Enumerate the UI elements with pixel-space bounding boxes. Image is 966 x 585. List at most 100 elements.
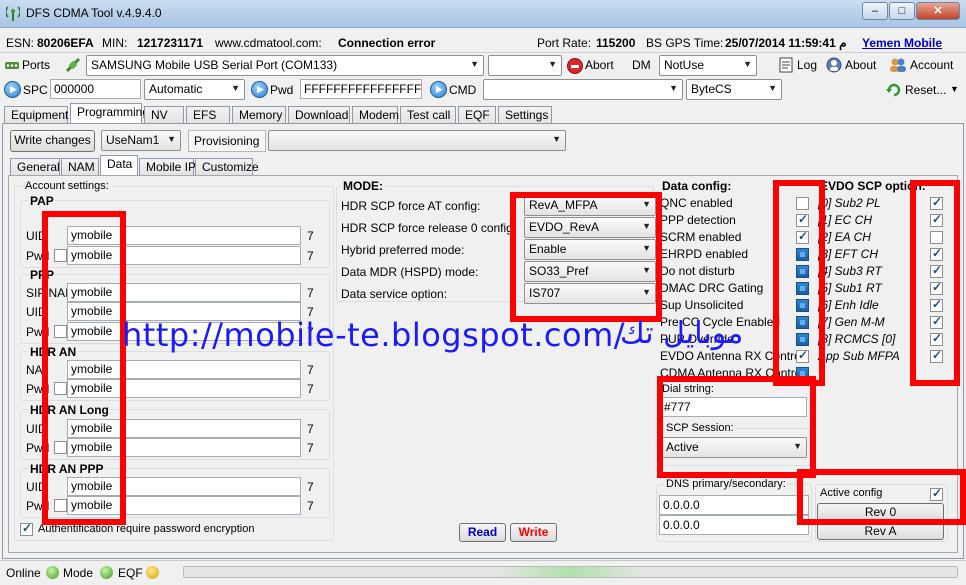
- tab-eqf[interactable]: EQF: [458, 106, 496, 124]
- evdo-scp-label: App Sub MFPA: [818, 349, 900, 363]
- subtab-customize[interactable]: Customize: [195, 158, 259, 176]
- highlight-box-data-config: [773, 180, 825, 386]
- toolbar-spc: SPC 000000 Automatic Pwd FFFFFFFFFFFFFFF…: [0, 79, 966, 103]
- port-select[interactable]: SAMSUNG Mobile USB Serial Port (COM133): [86, 55, 484, 76]
- close-button[interactable]: ✕: [916, 2, 960, 20]
- evdo-scp-label: [3] EFT CH: [818, 247, 879, 261]
- nam-select[interactable]: UseNam1: [101, 130, 181, 151]
- min-value: 1217231171: [137, 36, 204, 50]
- maximize-button[interactable]: □: [889, 2, 915, 20]
- account-field-length: 7: [307, 249, 314, 263]
- spc-mode-select[interactable]: Automatic: [144, 79, 245, 100]
- dns-label: DNS primary/secondary:: [664, 478, 788, 490]
- dm-select[interactable]: NotUse: [659, 55, 757, 76]
- tab-equipment[interactable]: Equipment: [4, 106, 68, 124]
- evdo-scp-label: [6] Enh Idle: [818, 298, 879, 312]
- evdo-scp-label: [7] Gen M-M: [818, 315, 885, 329]
- gps-value: 25/07/2014 11:59:41 م: [725, 36, 847, 50]
- highlight-box-mode: [510, 192, 662, 322]
- log-button[interactable]: Log: [797, 58, 817, 72]
- status-online: Online: [6, 566, 41, 580]
- data-config-label: PPP detection: [660, 213, 736, 227]
- dns-primary-input[interactable]: 0.0.0.0: [659, 495, 809, 515]
- spc-send-icon[interactable]: [4, 81, 21, 98]
- pwd-input[interactable]: FFFFFFFFFFFFFFFF: [300, 79, 422, 99]
- data-config-title: Data config:: [662, 179, 732, 193]
- tab-settings[interactable]: Settings: [498, 106, 552, 124]
- tab-download[interactable]: Download: [288, 106, 350, 124]
- minimize-button[interactable]: –: [862, 2, 888, 20]
- mode-label: Data MDR (HSPD) mode:: [341, 265, 479, 279]
- evdo-scp-label: [5] Sub1 RT: [818, 281, 882, 295]
- tab-test-call[interactable]: Test call: [400, 106, 456, 124]
- status-bar: Online Mode EQF: [0, 560, 966, 585]
- evdo-scp-label: [4] Sub3 RT: [818, 264, 882, 278]
- subtab-data[interactable]: Data: [100, 155, 138, 176]
- subtab-nam[interactable]: NAM: [61, 158, 99, 176]
- tab-memory[interactable]: Memory: [232, 106, 286, 124]
- provisioning-select[interactable]: [268, 130, 566, 151]
- highlight-box-dial: [657, 376, 816, 478]
- toolbar-ports: Ports SAMSUNG Mobile USB Serial Port (CO…: [0, 54, 966, 78]
- pwd-label: Pwd: [270, 83, 294, 97]
- data-config-label: Sup Unsolicited: [660, 298, 744, 312]
- reset-button[interactable]: Reset...: [905, 83, 946, 97]
- account-button[interactable]: Account: [910, 58, 953, 72]
- watermark-arabic: موبايل تك: [620, 316, 744, 351]
- tab-modem[interactable]: Modem: [352, 106, 399, 124]
- cmd-input[interactable]: [483, 79, 683, 100]
- main-tabs: Equipment Programming NV EFS Memory Download M…: [4, 103, 962, 124]
- app-antenna-icon: [5, 5, 21, 21]
- connect-plug-icon[interactable]: [64, 56, 82, 74]
- subtab-mobile-ip[interactable]: Mobile IP: [139, 158, 196, 176]
- carrier-link[interactable]: Yemen Mobile: [862, 36, 942, 50]
- reset-dropdown-icon[interactable]: ▼: [950, 84, 959, 94]
- account-field-length: 7: [307, 286, 314, 300]
- reset-icon: [886, 82, 902, 98]
- gps-label: BS GPS Time:: [646, 36, 724, 50]
- secondary-port-select[interactable]: [488, 55, 562, 76]
- data-config-label: QNC enabled: [660, 196, 733, 210]
- evdo-scp-label: [1] EC CH: [818, 213, 873, 227]
- status-mode: Mode: [63, 566, 94, 580]
- ports-label[interactable]: Ports: [22, 58, 50, 72]
- encoding-select[interactable]: ByteCS: [686, 79, 782, 100]
- account-field-length: 7: [307, 382, 314, 396]
- mode-title: MODE:: [341, 179, 385, 193]
- tab-programming[interactable]: Programming: [70, 103, 149, 124]
- provisioning-box: Provisioning: [188, 130, 266, 152]
- account-field-length: 7: [307, 499, 314, 513]
- tab-efs[interactable]: EFS: [186, 106, 230, 124]
- about-button[interactable]: About: [845, 58, 876, 72]
- data-config-label: EHRPD enabled: [660, 247, 749, 261]
- dm-label: DM: [632, 58, 651, 72]
- spc-input[interactable]: 000000: [50, 79, 141, 99]
- write-changes-button[interactable]: Write changes: [10, 130, 95, 152]
- min-label: MIN:: [102, 36, 128, 50]
- sub-tabs: General NAM Data Mobile IP Customize: [10, 155, 310, 176]
- dns-secondary-input[interactable]: 0.0.0.0: [659, 515, 809, 535]
- account-field-length: 7: [307, 363, 314, 377]
- data-config-label: Do not disturb: [660, 264, 735, 278]
- subtab-general[interactable]: General: [10, 158, 60, 176]
- cmd-send-icon[interactable]: [430, 81, 447, 98]
- window-title: DFS CDMA Tool v.4.9.4.0: [26, 6, 162, 20]
- pwd-send-icon[interactable]: [251, 81, 268, 98]
- read-button[interactable]: Read: [459, 523, 506, 542]
- esn-label: ESN:: [6, 36, 35, 50]
- data-config-label: SCRM enabled: [660, 230, 742, 244]
- account-field-length: 7: [307, 480, 314, 494]
- mode-label: HDR SCP force AT config:: [341, 199, 481, 213]
- progress-bar: [183, 566, 958, 578]
- cmd-label: CMD: [449, 83, 477, 97]
- auth-encryption-checkbox[interactable]: [20, 521, 33, 536]
- data-config-label: DMAC DRC Gating: [660, 281, 764, 295]
- tab-nv[interactable]: NV: [144, 106, 184, 124]
- highlight-box-evdo: [910, 180, 960, 386]
- write-button[interactable]: Write: [510, 523, 557, 542]
- abort-button[interactable]: Abort: [585, 58, 614, 72]
- info-bar: ESN: 80206EFA MIN: 1217231171 www.cdmato…: [0, 31, 966, 53]
- provisioning-label: Provisioning: [194, 134, 260, 148]
- account-settings-title: Account settings:: [22, 180, 112, 192]
- title-bar: DFS CDMA Tool v.4.9.4.0 – □ ✕: [0, 0, 966, 28]
